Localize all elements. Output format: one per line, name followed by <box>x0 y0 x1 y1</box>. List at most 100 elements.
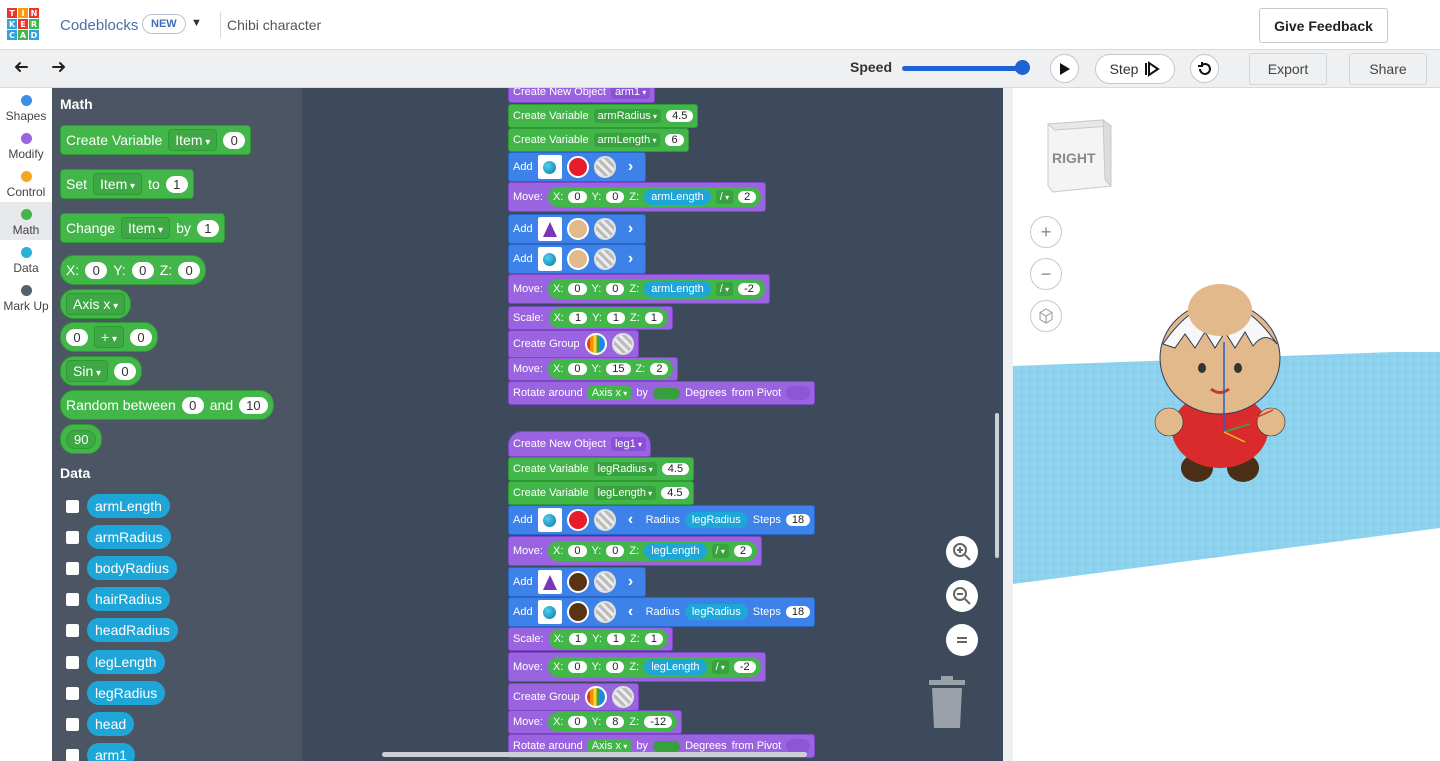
create-variable-block[interactable]: Create Variable armRadius 4.5 <box>508 104 699 128</box>
z-input[interactable]: -12 <box>644 716 673 728</box>
hole-toggle-icon[interactable] <box>593 601 616 623</box>
number-input[interactable]: -2 <box>733 661 756 673</box>
play-button[interactable] <box>1050 54 1079 83</box>
z-input[interactable]: 1 <box>644 312 663 324</box>
category-math[interactable]: Math <box>0 202 52 240</box>
variable-checkbox[interactable] <box>66 717 79 731</box>
item-dropdown[interactable]: Item <box>93 173 143 195</box>
document-title[interactable]: Chibi character <box>227 17 321 33</box>
axis-dropdown[interactable]: Axis x <box>587 386 632 400</box>
xyz-block[interactable]: X: 0 Y: 0 Z: 0 <box>60 255 207 285</box>
pivot-toggle[interactable] <box>786 386 811 400</box>
value-input[interactable]: 1 <box>165 175 188 193</box>
color-swatch[interactable] <box>566 601 589 623</box>
cone-icon[interactable] <box>537 217 562 241</box>
object-dropdown[interactable]: arm1 <box>610 88 651 99</box>
operand-b-input[interactable]: 0 <box>130 328 152 346</box>
variable-block[interactable]: head <box>87 712 135 736</box>
max-input[interactable]: 10 <box>239 396 268 414</box>
z-input[interactable]: 1 <box>644 633 663 645</box>
give-feedback-button[interactable]: Give Feedback <box>1259 8 1388 43</box>
caret-down-icon[interactable]: ▼ <box>191 17 202 29</box>
chevron-left-icon[interactable]: ‹ <box>621 511 641 529</box>
number-input[interactable]: 2 <box>738 191 757 203</box>
move-block[interactable]: Move: X: 0 Y: 0 Z: legLength / 2 <box>508 536 762 566</box>
variable-dropdown[interactable]: legLength <box>593 486 657 500</box>
operator-dropdown[interactable]: / <box>711 544 729 558</box>
hole-toggle-icon[interactable] <box>593 509 616 531</box>
color-swatch[interactable] <box>566 571 589 593</box>
value-input[interactable]: 1 <box>196 219 219 237</box>
create-object-block[interactable]: Create New Object arm1 <box>508 88 656 103</box>
create-group-block[interactable]: Create Group <box>508 683 639 711</box>
value-input[interactable]: 6 <box>665 134 684 146</box>
variable-block[interactable]: bodyRadius <box>87 556 177 580</box>
redo-icon[interactable] <box>50 58 68 81</box>
set-block[interactable]: Set Item to 1 <box>60 169 194 199</box>
create-variable-block[interactable]: Create Variable armLength 6 <box>508 128 689 152</box>
variable-block[interactable]: headRadius <box>87 618 178 642</box>
y-input[interactable]: 0 <box>606 545 625 557</box>
variable-reporter[interactable]: legRadius <box>684 512 748 528</box>
create-variable-block[interactable]: Create Variable legRadius 4.5 <box>508 457 695 481</box>
step-button[interactable]: Step <box>1095 54 1175 84</box>
hole-toggle-icon[interactable] <box>611 333 634 355</box>
z-input[interactable]: 2 <box>650 363 669 375</box>
variable-reporter[interactable]: legLength <box>644 659 707 675</box>
x-input[interactable]: 0 <box>568 191 587 203</box>
number-input[interactable]: 2 <box>733 545 752 557</box>
vertical-scrollbar[interactable] <box>995 413 999 558</box>
create-variable-block[interactable]: Create Variable legLength 4.5 <box>508 481 694 505</box>
speed-slider-handle[interactable] <box>1015 60 1030 75</box>
function-dropdown[interactable]: Sin <box>66 360 109 382</box>
z-input[interactable]: 0 <box>178 261 201 279</box>
variable-checkbox[interactable] <box>66 530 79 544</box>
object-dropdown[interactable]: leg1 <box>610 437 646 451</box>
operator-dropdown[interactable]: + <box>94 326 124 348</box>
operand-a-input[interactable]: 0 <box>66 328 88 346</box>
steps-input[interactable]: 18 <box>785 606 811 618</box>
add-shape-block[interactable]: Add ‹ Radius legRadius Steps 18 <box>508 505 816 535</box>
chevron-right-icon[interactable]: › <box>621 158 641 176</box>
share-button[interactable]: Share <box>1349 53 1427 85</box>
color-swatch[interactable] <box>566 218 589 240</box>
variable-checkbox[interactable] <box>66 623 79 637</box>
number-input[interactable]: 90 <box>66 429 97 449</box>
change-block[interactable]: Change Item by 1 <box>60 213 225 243</box>
reset-zoom-icon[interactable] <box>946 624 978 656</box>
hole-toggle-icon[interactable] <box>593 571 616 593</box>
arithmetic-block[interactable]: 0 + 0 <box>60 322 158 352</box>
sphere-icon[interactable] <box>537 600 562 624</box>
variable-checkbox[interactable] <box>66 655 79 669</box>
category-control[interactable]: Control <box>0 164 52 202</box>
move-block[interactable]: Move: X: 0 Y: 0 Z: armLength / 2 <box>508 182 767 212</box>
variable-reporter[interactable]: armLength <box>644 189 711 205</box>
variable-checkbox[interactable] <box>66 686 79 700</box>
move-block[interactable]: Move: X: 0 Y: 0 Z: legLength / -2 <box>508 652 766 682</box>
variable-block[interactable]: arm1 <box>87 743 135 761</box>
value-input[interactable]: 4.5 <box>666 110 694 122</box>
y-input[interactable]: 0 <box>131 261 154 279</box>
y-input[interactable]: 15 <box>606 363 631 375</box>
item-dropdown[interactable]: Item <box>168 129 218 151</box>
value-input[interactable]: 0 <box>114 362 137 380</box>
add-shape-block[interactable]: Add › <box>508 567 646 597</box>
zoom-in-icon[interactable] <box>946 536 978 568</box>
create-group-block[interactable]: Create Group <box>508 330 639 358</box>
horizontal-scrollbar[interactable] <box>382 752 807 757</box>
y-input[interactable]: 0 <box>606 661 625 673</box>
chevron-right-icon[interactable]: › <box>621 220 641 238</box>
item-dropdown[interactable]: Item <box>121 217 171 239</box>
pivot-toggle[interactable] <box>786 739 811 753</box>
variable-checkbox[interactable] <box>66 499 79 513</box>
variable-block[interactable]: armRadius <box>87 525 171 549</box>
variable-checkbox[interactable] <box>66 561 79 575</box>
multicolor-icon[interactable] <box>584 333 607 355</box>
axis-dropdown[interactable]: Axis x <box>66 293 126 315</box>
move-block[interactable]: Move: X: 0 Y: 0 Z: armLength / -2 <box>508 274 770 304</box>
min-input[interactable]: 0 <box>181 396 204 414</box>
x-input[interactable]: 0 <box>568 716 587 728</box>
reset-button[interactable] <box>1190 54 1219 83</box>
x-input[interactable]: 0 <box>568 661 587 673</box>
fit-view-icon[interactable] <box>1030 300 1062 332</box>
